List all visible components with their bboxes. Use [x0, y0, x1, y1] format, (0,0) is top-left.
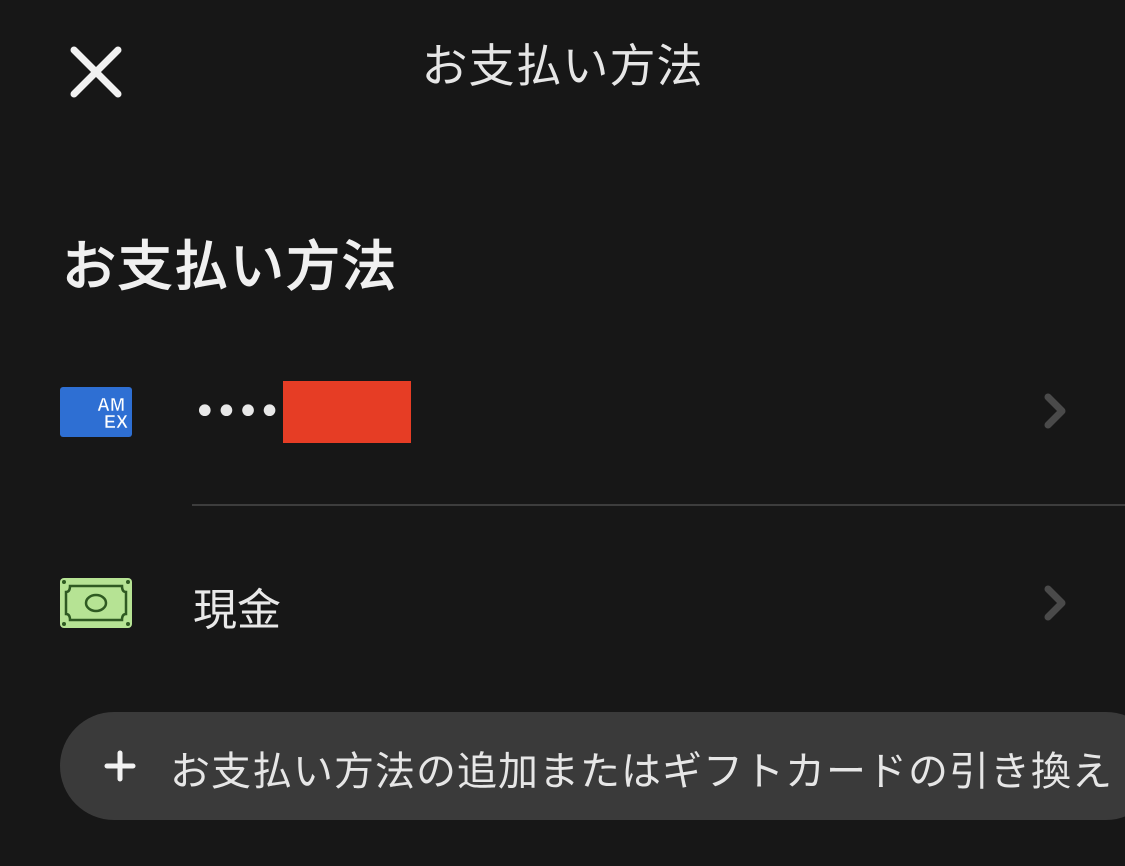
chevron-right-icon	[1044, 393, 1066, 429]
add-payment-method-button[interactable]: お支払い方法の追加またはギフトカードの引き換え	[60, 712, 1125, 820]
amex-card-icon: AM EX	[60, 387, 132, 437]
row-divider	[192, 504, 1125, 506]
add-payment-method-label: お支払い方法の追加またはギフトカードの引き換え	[170, 749, 1113, 795]
chevron-right-icon	[1044, 585, 1066, 621]
card-label: ••••	[193, 381, 412, 443]
card-masked-number: ••••	[193, 389, 281, 435]
amex-brand-line2: EX	[104, 412, 128, 432]
cash-icon	[60, 578, 132, 628]
payment-method-amex[interactable]: AM EX ••••	[0, 351, 1125, 471]
nav-title: お支払い方法	[421, 39, 704, 93]
payment-method-cash[interactable]: 現金	[0, 543, 1125, 663]
section-heading: お支払い方法	[62, 235, 398, 298]
plus-icon	[104, 750, 136, 782]
cash-label: 現金	[193, 585, 281, 636]
redacted-card-digits	[283, 381, 412, 443]
